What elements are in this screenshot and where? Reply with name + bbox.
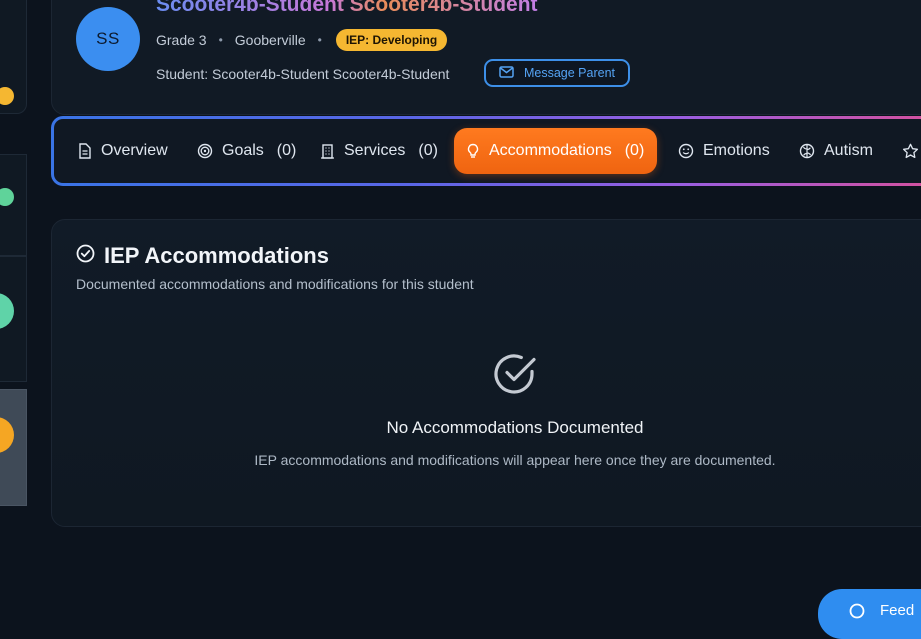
sidebar-card-2[interactable] xyxy=(0,154,27,256)
tab-label: Services xyxy=(344,142,406,159)
tab-label: Overview xyxy=(101,142,168,159)
tab-goals[interactable]: Goals (0) xyxy=(197,128,296,174)
tab-count: (0) xyxy=(418,142,438,159)
smile-icon xyxy=(678,143,694,159)
grade-label: Grade 3 xyxy=(156,32,207,48)
student-meta-row: Grade 3 • Gooberville • IEP: Developing xyxy=(156,29,448,51)
tab-label: Accommodations xyxy=(489,142,612,159)
mail-icon xyxy=(499,65,514,81)
avatar-green xyxy=(0,293,14,329)
tab-label: Goals xyxy=(222,142,264,159)
feedback-button[interactable]: Feed xyxy=(818,589,921,639)
tab-count: (0) xyxy=(276,142,297,159)
tab-accommodations[interactable]: Accommodations (0) xyxy=(454,128,658,174)
accommodations-heading: IEP Accommodations xyxy=(76,243,329,269)
avatar-initials: SS xyxy=(96,29,120,48)
student-header-card xyxy=(51,0,921,115)
empty-state-description: IEP accommodations and modifications wil… xyxy=(254,452,776,468)
tab-autism[interactable]: Autism xyxy=(799,128,873,174)
chat-icon xyxy=(848,602,866,624)
status-badge-green xyxy=(0,188,14,206)
tab-overview[interactable]: Overview xyxy=(77,128,168,174)
tab-label: Emotions xyxy=(703,142,770,159)
tab-label: Autism xyxy=(824,142,873,159)
message-parent-button[interactable]: Message Parent xyxy=(484,59,630,87)
accommodations-subtitle: Documented accommodations and modificati… xyxy=(76,276,474,292)
document-icon xyxy=(77,143,92,159)
tab-count: (0) xyxy=(624,142,645,159)
building-icon xyxy=(320,143,335,159)
star-icon xyxy=(902,143,919,159)
target-icon xyxy=(197,143,213,159)
message-parent-label: Message Parent xyxy=(523,66,616,80)
feedback-label: Feed xyxy=(880,602,915,619)
accommodations-title: IEP Accommodations xyxy=(104,243,329,268)
tab-more[interactable] xyxy=(902,128,919,174)
check-circle-icon xyxy=(492,351,538,402)
student-name: Scooter4b-Student Scooter4b-Student xyxy=(156,0,538,17)
iep-status-badge: IEP: Developing xyxy=(335,29,448,51)
student-full-name-line: Student: Scooter4b-Student Scooter4b-Stu… xyxy=(156,66,450,82)
separator-dot: • xyxy=(218,33,223,47)
separator-dot: • xyxy=(317,33,322,47)
sidebar-card-3[interactable] xyxy=(0,256,27,382)
tab-services[interactable]: Services (0) xyxy=(320,128,438,174)
empty-state-title: No Accommodations Documented xyxy=(386,418,644,437)
student-avatar: SS xyxy=(76,7,140,71)
tab-emotions[interactable]: Emotions xyxy=(678,128,770,174)
sidebar-card-4[interactable] xyxy=(0,389,27,506)
tab-bar: Overview Goals (0) Services (0) Accommod… xyxy=(51,116,921,186)
status-badge-yellow xyxy=(0,87,14,105)
check-circle-icon xyxy=(76,243,95,269)
lightbulb-icon xyxy=(466,143,480,159)
school-label: Gooberville xyxy=(234,32,306,48)
brain-icon xyxy=(799,143,815,159)
sidebar-card-1[interactable] xyxy=(0,0,27,114)
